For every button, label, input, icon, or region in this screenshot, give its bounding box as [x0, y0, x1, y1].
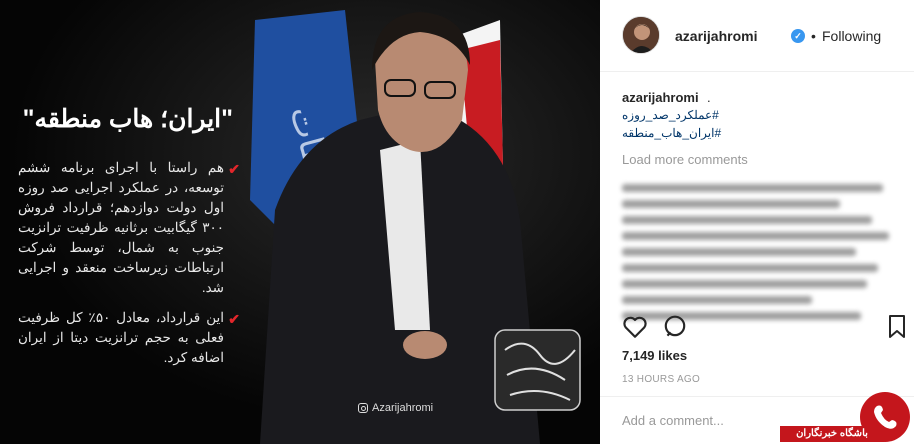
check-icon: ✔ — [228, 311, 240, 327]
hashtag-link[interactable]: #عملکرد_صد_روزه — [622, 108, 719, 122]
post-bullet-list: ✔ هم راستا با اجرای برنامه ششم توسعه، در… — [18, 158, 240, 378]
header-username[interactable]: azarijahromi — [675, 28, 757, 44]
following-button[interactable]: Following — [822, 28, 881, 44]
photo-handle-text: Azarijahromi — [372, 402, 434, 414]
separator-dot: • — [811, 28, 816, 44]
avatar[interactable] — [622, 16, 660, 54]
post-timestamp[interactable]: 13 HOURS AGO — [622, 374, 700, 385]
bullet-text: این قرارداد، معادل ۵۰٪ کل ظرفیت فعلی به … — [18, 310, 224, 365]
caption-text: . — [707, 90, 711, 105]
avatar-image — [623, 17, 659, 53]
bullet-item: ✔ هم راستا با اجرای برنامه ششم توسعه، در… — [18, 158, 240, 298]
bookmark-icon[interactable] — [886, 314, 908, 345]
heart-icon[interactable] — [622, 314, 648, 345]
add-comment-input[interactable]: Add a comment... — [622, 413, 724, 428]
check-icon: ✔ — [228, 161, 240, 177]
likes-count[interactable]: 7,149 likes — [622, 348, 687, 363]
post-sidebar: azarijahromi ✓ • Following azarijahromi … — [600, 0, 914, 444]
comment-icon[interactable] — [662, 314, 688, 345]
post-image[interactable]: ارتباطات "ایران؛ هاب منطقه" ✔ هم راستا ب… — [0, 0, 600, 444]
post-actions — [600, 314, 914, 344]
blurred-comments — [622, 176, 894, 320]
bullet-item: ✔ این قرارداد، معادل ۵۰٪ کل ظرفیت فعلی ب… — [18, 308, 240, 368]
watermark-text: باشگاه خبرنگاران — [780, 426, 884, 442]
post-header: azarijahromi ✓ • Following — [600, 0, 914, 72]
bullet-text: هم راستا با اجرای برنامه ششم توسعه، در ع… — [18, 160, 224, 295]
watermark-logo: باشگاه خبرنگاران — [780, 392, 914, 444]
caption-username[interactable]: azarijahromi — [622, 90, 699, 105]
hashtag-link[interactable]: #ایران_هاب_منطقه — [622, 126, 721, 140]
photo-handle: Azarijahromi — [358, 402, 433, 414]
verified-badge-icon: ✓ — [791, 29, 805, 43]
instagram-icon — [358, 403, 368, 413]
load-more-comments-button[interactable]: Load more comments — [622, 152, 748, 167]
post-headline: "ایران؛ هاب منطقه" — [22, 105, 233, 133]
